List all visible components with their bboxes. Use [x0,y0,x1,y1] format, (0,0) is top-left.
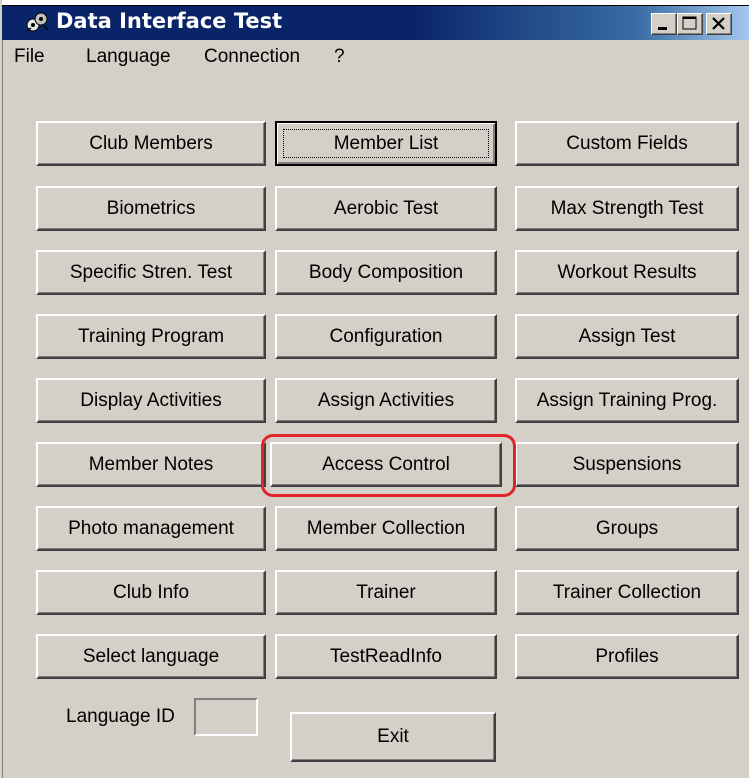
close-icon [712,17,725,30]
title-bar[interactable]: Data Interface Test [2,6,749,40]
maximize-icon [682,16,697,30]
minimize-button[interactable] [651,13,677,35]
specific-stren-test-button[interactable]: Specific Stren. Test [36,250,266,295]
custom-fields-button[interactable]: Custom Fields [515,121,739,166]
profiles-label: Profiles [595,645,659,667]
body-composition-label: Body Composition [308,261,464,283]
aerobic-test-button[interactable]: Aerobic Test [275,186,497,231]
exit-button[interactable]: Exit [290,712,496,762]
biometrics-label: Biometrics [106,197,196,219]
photo-management-button[interactable]: Photo management [36,506,266,551]
max-strength-test-button[interactable]: Max Strength Test [515,186,739,231]
select-language-button[interactable]: Select language [36,634,266,679]
training-program-button[interactable]: Training Program [36,314,266,359]
custom-fields-label: Custom Fields [566,132,688,154]
assign-test-label: Assign Test [578,325,676,347]
configuration-label: Configuration [329,325,443,347]
trainer-collection-label: Trainer Collection [552,581,702,603]
suspensions-button[interactable]: Suspensions [515,442,739,487]
assign-activities-button[interactable]: Assign Activities [275,378,497,423]
groups-button[interactable]: Groups [515,506,739,551]
groups-label: Groups [595,517,659,539]
training-program-label: Training Program [77,325,225,347]
photo-management-label: Photo management [68,517,234,539]
menu-language[interactable]: Language [86,46,171,68]
member-collection-label: Member Collection [306,517,466,539]
member-list-button[interactable]: Member List [275,121,497,166]
display-activities-button[interactable]: Display Activities [36,378,266,423]
member-collection-button[interactable]: Member Collection [275,506,497,551]
access-control-highlight [261,434,516,497]
app-window: Data Interface Test File Language Connec… [0,0,749,778]
club-info-label: Club Info [112,581,190,603]
aerobic-test-label: Aerobic Test [333,197,439,219]
member-notes-button[interactable]: Member Notes [36,442,266,487]
assign-test-button[interactable]: Assign Test [515,314,739,359]
assign-activities-label: Assign Activities [317,389,455,411]
select-language-label: Select language [82,645,220,667]
minimize-icon [658,27,667,30]
maximize-button[interactable] [677,13,703,35]
club-members-label: Club Members [89,132,213,154]
club-info-button[interactable]: Club Info [36,570,266,615]
language-id-field[interactable] [194,698,258,736]
assign-training-prog-button[interactable]: Assign Training Prog. [515,378,739,423]
specific-stren-test-label: Specific Stren. Test [69,261,233,283]
assign-training-prog-label: Assign Training Prog. [536,389,718,411]
menu-connection[interactable]: Connection [204,46,300,68]
member-notes-label: Member Notes [88,453,214,475]
exit-label: Exit [377,726,409,747]
language-id-label: Language ID [66,706,175,727]
workout-results-button[interactable]: Workout Results [515,250,739,295]
profiles-button[interactable]: Profiles [515,634,739,679]
trainer-collection-button[interactable]: Trainer Collection [515,570,739,615]
member-list-label: Member List [333,132,439,154]
trainer-button[interactable]: Trainer [275,570,497,615]
suspensions-label: Suspensions [572,453,682,475]
menu-help[interactable]: ? [334,46,345,68]
max-strength-test-label: Max Strength Test [550,197,704,219]
configuration-button[interactable]: Configuration [275,314,497,359]
app-icon [26,12,49,32]
testreadinfo-button[interactable]: TestReadInfo [275,634,497,679]
menu-file[interactable]: File [14,46,45,68]
biometrics-button[interactable]: Biometrics [36,186,266,231]
club-members-button[interactable]: Club Members [36,121,266,166]
menu-bar: File Language Connection ? [2,40,749,76]
body-composition-button[interactable]: Body Composition [275,250,497,295]
testreadinfo-label: TestReadInfo [330,645,442,667]
workout-results-label: Workout Results [557,261,697,283]
window-title: Data Interface Test [56,9,283,33]
display-activities-label: Display Activities [80,389,222,411]
trainer-label: Trainer [356,581,416,603]
close-button[interactable] [706,13,732,35]
